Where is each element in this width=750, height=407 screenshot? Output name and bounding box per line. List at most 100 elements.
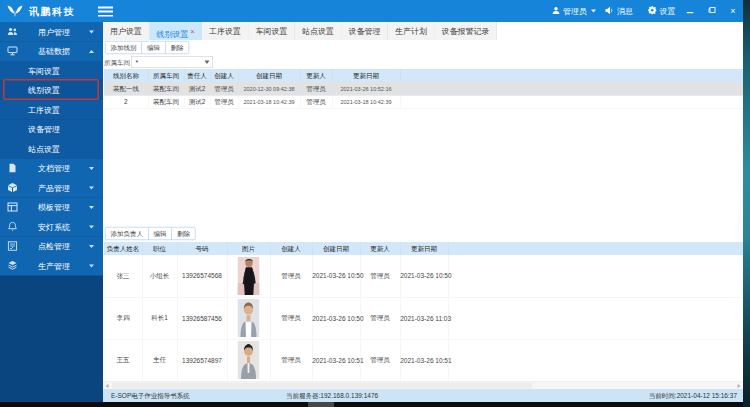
chevron-down-icon bbox=[591, 10, 596, 13]
scrollbar-thumb[interactable] bbox=[112, 383, 532, 389]
sidebar-item-template-management[interactable]: 模板管理 bbox=[0, 198, 103, 218]
menu-toggle-icon[interactable] bbox=[98, 7, 113, 20]
line-toolbar: 添加线别 编辑 删除 bbox=[105, 41, 189, 54]
sidebar-item-andon-system[interactable]: 安灯系统 bbox=[0, 217, 103, 237]
col-line-name[interactable]: 线别名称 bbox=[104, 69, 148, 82]
col-leader-name[interactable]: 负责人姓名 bbox=[104, 242, 142, 255]
add-leader-button[interactable]: 添加负责人 bbox=[106, 228, 149, 240]
settings-button[interactable]: 设置 bbox=[648, 0, 676, 22]
col-update-date[interactable]: 更新日期 bbox=[400, 242, 448, 255]
taskbar-app-chip[interactable] bbox=[308, 402, 334, 407]
gear-icon bbox=[648, 6, 657, 15]
tab-bar: 用户设置 线别设置× 工序设置 车间设置 站点设置 设备管理 生产计划 设备报警… bbox=[103, 22, 743, 40]
line-row[interactable]: 2 装配车间 测试2 管理员 2021-03-18 10:42:39 管理员 2… bbox=[104, 95, 743, 108]
sidebar-item-process-settings[interactable]: 工序设置 bbox=[0, 100, 103, 120]
settings-label: 设置 bbox=[660, 7, 676, 16]
delete-leader-button[interactable]: 删除 bbox=[172, 228, 195, 240]
sidebar-item-station-settings[interactable]: 站点设置 bbox=[0, 139, 103, 159]
sidebar-item-equipment-management[interactable]: 设备管理 bbox=[0, 120, 103, 140]
workshop-filter-label: 所属车间 bbox=[104, 57, 130, 69]
app-logo-title: 讯鹏科技 bbox=[29, 0, 75, 22]
chevron-down-icon bbox=[89, 187, 94, 190]
current-time-label: 当前时间:2021-04-12 15:16:37 bbox=[649, 389, 737, 402]
col-photo[interactable]: 图片 bbox=[227, 242, 270, 255]
leader-table-header-row: 负责人姓名 职位 号码 图片 创建人 创建日期 更新人 更新日期 bbox=[104, 242, 743, 255]
speaker-icon bbox=[605, 7, 614, 15]
col-filler bbox=[400, 69, 743, 82]
messages-button[interactable]: 消息 bbox=[605, 0, 633, 22]
leader-photo-woman bbox=[238, 257, 260, 295]
sidebar-item-document-management[interactable]: 文档管理 bbox=[0, 159, 103, 179]
chevron-down-icon bbox=[89, 226, 94, 229]
chevron-down-icon bbox=[89, 206, 94, 209]
col-update-date[interactable]: 更新日期 bbox=[332, 69, 400, 82]
main-content: 用户设置 线别设置× 工序设置 车间设置 站点设置 设备管理 生产计划 设备报警… bbox=[103, 22, 743, 402]
col-updater[interactable]: 更新人 bbox=[300, 69, 332, 82]
annotation-highlight-box bbox=[3, 79, 99, 100]
monitor-icon bbox=[7, 46, 18, 56]
col-title[interactable]: 职位 bbox=[142, 242, 177, 255]
edit-line-button[interactable]: 编辑 bbox=[142, 42, 166, 54]
col-updater[interactable]: 更新人 bbox=[360, 242, 400, 255]
server-address-label: 当前服务器:192.168.0.139:1476 bbox=[286, 389, 378, 402]
minimize-button[interactable] bbox=[683, 0, 697, 22]
tab-line-settings[interactable]: 线别设置× bbox=[150, 22, 203, 40]
checklist-icon bbox=[7, 241, 18, 251]
tab-equipment-alarm-records[interactable]: 设备报警记录 bbox=[435, 22, 498, 40]
tab-close-icon[interactable]: × bbox=[191, 27, 195, 35]
tab-user-settings[interactable]: 用户设置 bbox=[103, 22, 150, 40]
horizontal-scrollbar[interactable] bbox=[103, 381, 743, 389]
brand-wings-icon bbox=[7, 5, 23, 18]
title-bar: 讯鹏科技 管理员 消息 设置 × bbox=[0, 0, 743, 22]
system-name-label: E-SOP电子作业指导书系统 bbox=[111, 389, 190, 402]
taskbar[interactable] bbox=[0, 402, 743, 407]
chevron-down-icon bbox=[89, 265, 94, 268]
user-icon bbox=[552, 7, 560, 15]
col-person-in-charge[interactable]: 责任人 bbox=[184, 69, 210, 82]
workshop-filter-select[interactable]: * bbox=[131, 56, 213, 68]
col-creator[interactable]: 创建人 bbox=[210, 69, 238, 82]
product-box-icon bbox=[7, 183, 18, 193]
users-icon bbox=[7, 27, 18, 37]
tab-process-settings[interactable]: 工序设置 bbox=[202, 22, 249, 40]
add-line-button[interactable]: 添加线别 bbox=[106, 42, 143, 54]
sidebar-item-base-data[interactable]: 基础数据 bbox=[0, 42, 103, 62]
user-menu[interactable]: 管理员 bbox=[552, 0, 596, 22]
col-workshop[interactable]: 所属车间 bbox=[148, 69, 184, 82]
tab-workshop-settings[interactable]: 车间设置 bbox=[249, 22, 296, 40]
col-create-date[interactable]: 创建日期 bbox=[238, 69, 300, 82]
screenshot-viewport: 讯鹏科技 管理员 消息 设置 × 用户管理 基础数据 车间设置 线别设置 工序设… bbox=[0, 0, 750, 407]
production-icon bbox=[7, 261, 18, 271]
leader-row[interactable]: 李四 科长1 13926587456 管理员 2021-03-26 10:50 … bbox=[104, 297, 743, 339]
col-creator[interactable]: 创建人 bbox=[270, 242, 312, 255]
sidebar-item-product-management[interactable]: 产品管理 bbox=[0, 178, 103, 198]
sidebar-item-inspection-management[interactable]: 点检管理 bbox=[0, 237, 103, 257]
tab-station-settings[interactable]: 站点设置 bbox=[295, 22, 342, 40]
close-button[interactable]: × bbox=[726, 0, 740, 22]
col-phone[interactable]: 号码 bbox=[177, 242, 227, 255]
sidebar-item-workshop-settings[interactable]: 车间设置 bbox=[0, 61, 103, 81]
bell-icon bbox=[7, 222, 18, 232]
leader-table: 负责人姓名 职位 号码 图片 创建人 创建日期 更新人 更新日期 张三 小组长 … bbox=[104, 242, 743, 381]
delete-line-button[interactable]: 删除 bbox=[166, 42, 189, 54]
status-bar: E-SOP电子作业指导书系统 当前服务器:192.168.0.139:1476 … bbox=[103, 389, 743, 402]
line-row-selected[interactable]: 装配一线 装配车间 测试2 管理员 2020-12-30 09:42:38 管理… bbox=[104, 82, 743, 95]
document-icon bbox=[7, 163, 18, 173]
chevron-up-icon bbox=[89, 50, 94, 53]
maximize-button[interactable] bbox=[705, 0, 719, 22]
sidebar-item-production-management[interactable]: 生产管理 bbox=[0, 256, 103, 276]
leader-row[interactable]: 张三 小组长 13926574568 管理员 2021-03-26 10:50 … bbox=[104, 255, 743, 297]
chevron-down-icon bbox=[89, 167, 94, 170]
col-filler bbox=[448, 242, 743, 255]
messages-label: 消息 bbox=[617, 7, 633, 16]
line-table: 线别名称 所属车间 责任人 创建人 创建日期 更新人 更新日期 装配一线 装配车… bbox=[104, 69, 743, 108]
chevron-down-icon bbox=[89, 245, 94, 248]
edit-leader-button[interactable]: 编辑 bbox=[149, 228, 173, 240]
chevron-down-icon bbox=[89, 31, 94, 34]
col-create-date[interactable]: 创建日期 bbox=[312, 242, 360, 255]
tab-production-plan[interactable]: 生产计划 bbox=[388, 22, 435, 40]
template-icon bbox=[7, 202, 18, 212]
tab-equipment-management[interactable]: 设备管理 bbox=[342, 22, 389, 40]
sidebar-item-user-management[interactable]: 用户管理 bbox=[0, 22, 103, 42]
leader-row[interactable]: 王五 主任 13926574897 管理员 2021-03-26 10:51 管… bbox=[104, 339, 743, 381]
